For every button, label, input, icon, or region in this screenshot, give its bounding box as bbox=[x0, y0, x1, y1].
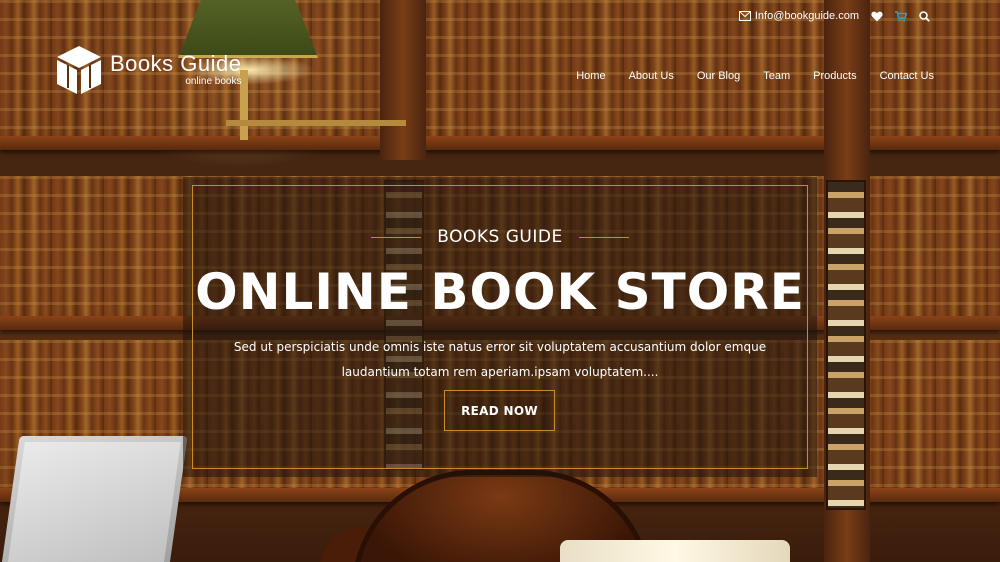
logo-text: Books Guide online books bbox=[110, 51, 242, 88]
cart-icon[interactable] bbox=[895, 10, 907, 22]
envelope-icon bbox=[738, 11, 751, 21]
open-book-image bbox=[560, 540, 790, 562]
kicker-row: BOOKS GUIDE bbox=[183, 227, 817, 247]
laptop-image bbox=[0, 436, 188, 562]
carved-column bbox=[826, 180, 866, 510]
top-bar: Info@bookguide.com bbox=[738, 10, 930, 22]
wood-pillar bbox=[380, 0, 426, 160]
email-text: Info@bookguide.com bbox=[754, 10, 859, 22]
main-nav: Home About Us Our Blog Team Products Con… bbox=[576, 70, 934, 82]
hero-panel: BOOKS GUIDE ONLINE BOOK STORE Sed ut per… bbox=[183, 177, 817, 477]
kicker-divider-right bbox=[578, 236, 629, 238]
hero-headline: ONLINE BOOK STORE bbox=[195, 263, 805, 321]
kicker-divider-left bbox=[371, 236, 422, 238]
hero-section: Info@bookguide.com Books Guide online bo… bbox=[0, 0, 1000, 562]
email-link[interactable]: Info@bookguide.com bbox=[738, 10, 859, 22]
hero-description: Sed ut perspiciatis unde omnis iste natu… bbox=[223, 335, 777, 385]
hero-description-line1: Sed ut perspiciatis unde omnis iste natu… bbox=[233, 340, 767, 354]
search-icon[interactable] bbox=[919, 10, 930, 22]
logo-title: Books Guide bbox=[110, 51, 242, 76]
cube-logo-icon bbox=[57, 46, 101, 94]
read-now-button[interactable]: READ NOW bbox=[444, 390, 555, 431]
hero-kicker: BOOKS GUIDE bbox=[437, 227, 563, 247]
logo-subtitle: online books bbox=[185, 76, 242, 87]
site-logo[interactable]: Books Guide online books bbox=[54, 44, 241, 96]
nav-about-us[interactable]: About Us bbox=[629, 70, 674, 82]
nav-products[interactable]: Products bbox=[813, 70, 856, 82]
lamp-base bbox=[226, 120, 406, 126]
heart-icon[interactable] bbox=[871, 11, 883, 22]
nav-contact-us[interactable]: Contact Us bbox=[880, 70, 934, 82]
nav-home[interactable]: Home bbox=[576, 70, 605, 82]
nav-team[interactable]: Team bbox=[763, 70, 790, 82]
hero-description-line2: laudantium totam rem aperiam.ipsam volup… bbox=[341, 365, 659, 379]
nav-our-blog[interactable]: Our Blog bbox=[697, 70, 740, 82]
